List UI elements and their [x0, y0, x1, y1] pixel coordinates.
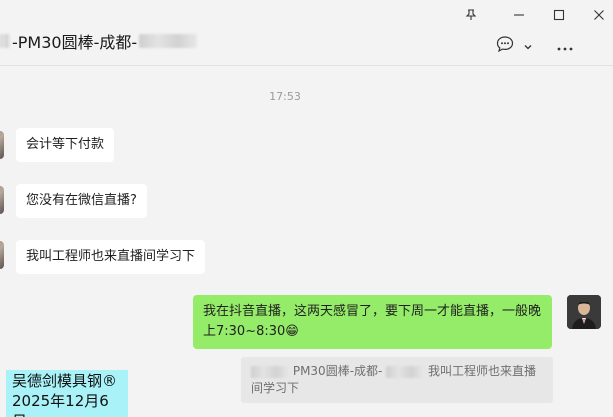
incoming-message-bubble[interactable]: 我叫工程师也来直播间学习下 [16, 240, 206, 274]
quoted-message[interactable]: PM30圆棒-成都- 我叫工程师也来直播间学习下 [241, 357, 553, 403]
watermark: 吴德剑模具钢® 2025年12月6日 [6, 370, 128, 417]
message-text: 我叫工程师也来直播间学习下 [26, 249, 196, 264]
redacted-name-prefix [0, 34, 10, 48]
contact-avatar[interactable] [0, 186, 4, 214]
contact-avatar[interactable] [0, 241, 4, 269]
chat-header: -PM30圆棒-成都- [0, 22, 613, 66]
more-icon[interactable] [557, 37, 573, 56]
chat-bubble-icon[interactable] [495, 34, 515, 58]
watermark-date: 2025年12月6日 [12, 392, 109, 417]
outgoing-message-bubble[interactable]: 我在抖音直播，这两天感冒了，要下周一才能直播，一般晚上7:30~8:30😁 [193, 295, 552, 349]
my-avatar[interactable] [567, 295, 601, 329]
redacted-quote-prefix [251, 365, 289, 378]
chevron-down-icon[interactable] [523, 37, 533, 56]
message-text: 您没有在微信直播? [26, 193, 137, 208]
redacted-quote-suffix [386, 365, 425, 378]
chat-window: -PM30圆棒-成都- 17:53 会计等下付款 您没有在微信直播? 我叫工程师… [0, 0, 613, 417]
message-text: 会计等下付款 [26, 137, 105, 152]
incoming-message-bubble[interactable]: 您没有在微信直播? [16, 184, 147, 218]
message-text: 我在抖音直播，这两天感冒了，要下周一才能直播，一般晚上7:30~8:30😁 [203, 304, 542, 339]
contact-avatar[interactable] [0, 131, 4, 159]
quote-sender: PM30圆棒-成都- [292, 364, 383, 378]
chat-actions [495, 34, 573, 58]
message-timestamp: 17:53 [269, 90, 301, 103]
chat-title-area[interactable]: -PM30圆棒-成都- [0, 30, 198, 52]
redacted-name-suffix [139, 34, 198, 48]
watermark-brand: 吴德剑模具钢® [12, 372, 118, 390]
chat-title: -PM30圆棒-成都- [12, 33, 138, 52]
incoming-message-bubble[interactable]: 会计等下付款 [16, 128, 115, 162]
